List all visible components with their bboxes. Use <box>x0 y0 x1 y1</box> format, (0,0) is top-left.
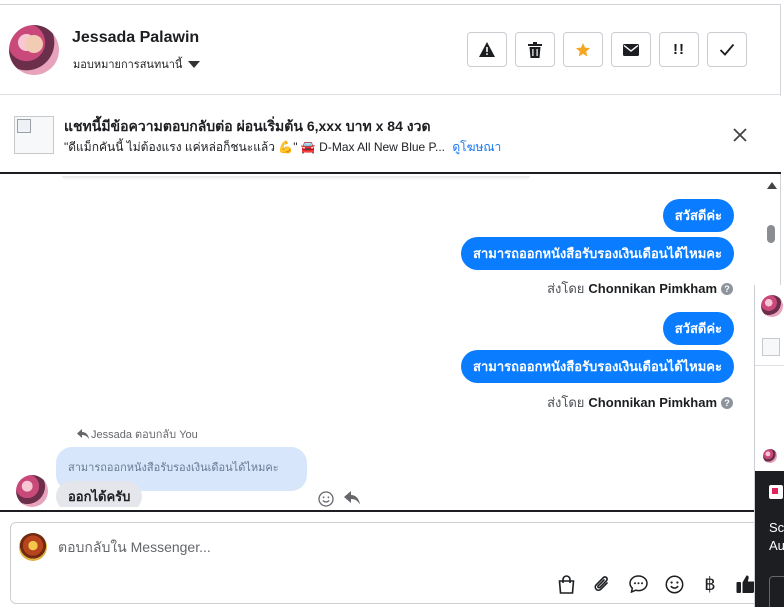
reply-arrow-icon <box>77 429 89 439</box>
baht-icon[interactable]: ฿ <box>699 573 721 595</box>
side-avatar[interactable] <box>761 295 783 317</box>
mark-done-button[interactable] <box>707 32 747 67</box>
follow-up-icon: !! <box>673 41 685 58</box>
chat-bubble-icon[interactable] <box>627 573 649 595</box>
conversation-panel: Jessada Palawin มอบหมายการสนทนานี้ !! แช… <box>0 4 781 607</box>
help-icon[interactable]: ? <box>721 282 733 295</box>
emoji-icon[interactable] <box>663 573 685 595</box>
trash-icon <box>528 41 542 58</box>
help-icon[interactable]: ? <box>721 396 733 409</box>
delete-button[interactable] <box>515 32 555 67</box>
reply-icon[interactable] <box>344 491 360 505</box>
assign-label: มอบหมายการสนทนานี้ <box>73 59 183 71</box>
page-avatar <box>19 533 47 561</box>
outgoing-message[interactable]: สามารถออกหนังสือรับรองเงินเดือนได้ไหมคะ <box>461 237 734 270</box>
ad-thumbnail[interactable] <box>14 116 54 154</box>
side-window: Sc Au <box>754 285 784 607</box>
ad-title: แชทนี้มีข้อความตอบกลับต่อ ผ่อนเริ่มต้น 6… <box>64 118 431 134</box>
caret-down-icon <box>188 60 201 68</box>
check-icon <box>719 43 735 56</box>
side-text-line2: Au <box>769 538 784 553</box>
contact-name[interactable]: Jessada Palawin <box>72 29 199 47</box>
reply-note: Jessada ตอบกลับ You <box>77 425 198 443</box>
reply-note-text: Jessada ตอบกลับ You <box>91 429 198 441</box>
thread-divider <box>0 510 781 512</box>
thread-top-fade <box>62 176 530 180</box>
sent-by-prefix: ส่งโดย <box>547 395 585 410</box>
outgoing-message[interactable]: สวัสดีค่ะ <box>662 199 734 232</box>
scroll-thumb[interactable] <box>767 225 775 243</box>
mark-spam-button[interactable] <box>467 32 507 67</box>
side-text: Sc Au <box>769 519 784 555</box>
message-actions <box>318 491 360 507</box>
ad-subtitle-text: "ดีแม็กคันนี้ ไม่ต้องแรง แค่หล่อก็ชนะแล้… <box>64 140 445 154</box>
scroll-up-arrow-icon[interactable] <box>767 182 777 189</box>
sent-by-label: ส่งโดย Chonnikan Pimkham ? <box>547 392 733 413</box>
sent-by-prefix: ส่งโดย <box>547 281 585 296</box>
message-composer: ฿ <box>10 522 775 604</box>
ad-context-bar: แชทนี้มีข้อความตอบกลับต่อ ผ่อนเริ่มต้น 6… <box>0 96 781 174</box>
assign-conversation-dropdown[interactable]: มอบหมายการสนทนานี้ <box>73 55 201 73</box>
star-button[interactable] <box>563 32 603 67</box>
sent-by-name: Chonnikan Pimkham <box>588 281 717 296</box>
paperclip-icon[interactable] <box>591 573 613 595</box>
follow-up-button[interactable]: !! <box>659 32 699 67</box>
emoji-react-icon[interactable] <box>318 491 334 507</box>
message-thread[interactable]: สวัสดีค่ะ สามารถออกหนังสือรับรองเงินเดือ… <box>0 176 779 507</box>
warning-icon <box>479 42 495 57</box>
sent-by-label: ส่งโดย Chonnikan Pimkham ? <box>547 278 733 299</box>
star-icon <box>576 42 590 56</box>
incoming-message[interactable]: ออกได้ครับ <box>56 481 143 507</box>
mark-unread-button[interactable] <box>611 32 651 67</box>
reply-input[interactable] <box>58 539 658 555</box>
composer-toolbar: ฿ <box>555 573 757 595</box>
close-icon[interactable] <box>733 124 747 146</box>
outgoing-message[interactable]: สามารถออกหนังสือรับรองเงินเดือนได้ไหมคะ <box>461 350 734 383</box>
contact-avatar-small[interactable] <box>16 475 48 507</box>
sent-by-name: Chonnikan Pimkham <box>588 395 717 410</box>
outgoing-message[interactable]: สวัสดีค่ะ <box>662 312 734 345</box>
side-avatar-small[interactable] <box>763 449 777 463</box>
side-text-line1: Sc <box>769 520 784 535</box>
side-image-thumbnail[interactable] <box>762 338 780 356</box>
app-icon[interactable] <box>769 485 783 499</box>
view-ad-link[interactable]: ดูโฆษณา <box>452 140 501 154</box>
shopping-bag-icon[interactable] <box>555 573 577 595</box>
side-divider <box>755 365 784 366</box>
ad-subtitle: "ดีแม็กคันนี้ ไม่ต้องแรง แค่หล่อก็ชนะแล้… <box>64 138 501 157</box>
envelope-icon <box>623 43 639 56</box>
contact-avatar[interactable] <box>9 25 59 75</box>
side-button[interactable] <box>769 576 784 607</box>
conversation-header: Jessada Palawin มอบหมายการสนทนานี้ !! <box>0 5 781 95</box>
side-dark-panel: Sc Au <box>755 471 784 607</box>
